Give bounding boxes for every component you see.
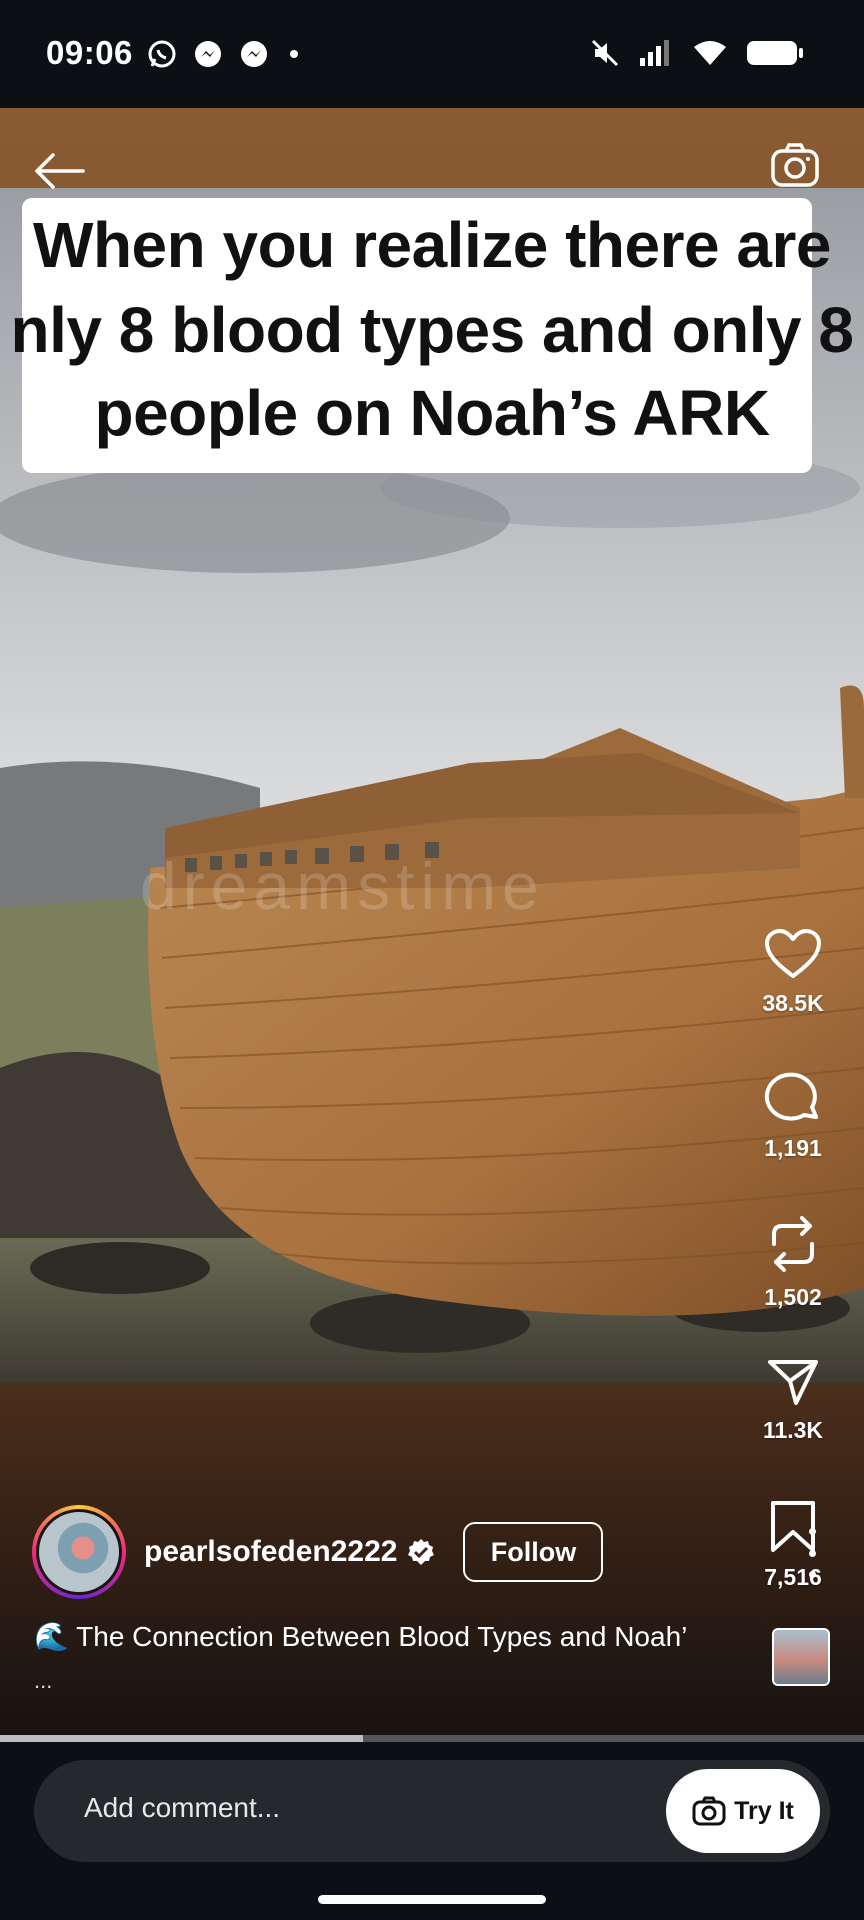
mute-icon — [591, 39, 619, 67]
caption-more[interactable]: ... — [34, 1668, 52, 1694]
camera-icon — [771, 143, 819, 187]
like-count: 38.5K — [762, 990, 824, 1016]
system-icons — [590, 38, 804, 68]
author-row: pearlsofeden2222 Follow — [32, 1505, 832, 1599]
back-button[interactable] — [24, 136, 94, 206]
notification-icons — [146, 38, 304, 70]
status-time: 09:06 — [46, 34, 133, 71]
repost-icon — [772, 1216, 814, 1272]
wifi-icon — [694, 41, 726, 65]
comment-count: 1,191 — [764, 1135, 822, 1161]
try-it-label: Try It — [734, 1796, 794, 1825]
verified-badge-icon — [408, 1539, 435, 1565]
more-options-button[interactable] — [802, 1528, 822, 1578]
whatsapp-icon — [148, 40, 176, 68]
status-bar: 09:06 — [0, 0, 864, 108]
avatar[interactable] — [32, 1505, 126, 1599]
username[interactable]: pearlsofeden2222 — [144, 1535, 397, 1569]
messenger-icon — [195, 41, 221, 67]
signal-icon — [640, 40, 669, 66]
share-count: 11.3K — [762, 1417, 824, 1443]
bottom-bar: Add comment... Try It — [0, 1742, 864, 1920]
avatar-image — [36, 1509, 122, 1595]
caption-overlay-line-2: nly 8 blood types and only 8 — [10, 294, 854, 366]
camera-icon — [692, 1796, 726, 1826]
audio-thumbnail[interactable] — [772, 1628, 830, 1686]
heart-icon — [765, 929, 821, 978]
follow-button[interactable]: Follow — [463, 1522, 604, 1582]
comment-icon — [764, 1072, 818, 1121]
caption-overlay-line-3: people on Noah’s ARK — [94, 377, 770, 449]
messenger-icon — [241, 41, 267, 67]
repost-count: 1,502 — [764, 1284, 822, 1310]
post-caption[interactable]: 🌊 The Connection Between Blood Types and… — [34, 1620, 754, 1653]
send-icon — [767, 1360, 818, 1405]
battery-icon — [747, 41, 803, 65]
caption-overlay-line-1: When you realize there are — [33, 209, 831, 281]
repost-button[interactable]: 1,502 — [764, 1214, 822, 1357]
try-it-button[interactable]: Try It — [666, 1769, 820, 1853]
watermark: dreamstime — [140, 849, 545, 923]
comment-placeholder: Add comment... — [84, 1792, 281, 1823]
share-button[interactable]: 11.3K — [763, 1357, 823, 1500]
comment-input[interactable]: Add comment... Try It — [34, 1760, 830, 1862]
home-indicator[interactable] — [318, 1895, 546, 1904]
playback-progress-fill — [0, 1735, 363, 1742]
like-button[interactable]: 38.5K — [762, 928, 824, 1071]
camera-button[interactable] — [760, 130, 830, 200]
playback-progress[interactable] — [0, 1735, 864, 1742]
reel-video[interactable]: dreamstime When you realize there are nl… — [0, 108, 864, 1738]
comment-button[interactable]: 1,191 — [764, 1071, 822, 1214]
back-arrow-icon — [35, 153, 85, 189]
dot-icon — [290, 50, 298, 58]
